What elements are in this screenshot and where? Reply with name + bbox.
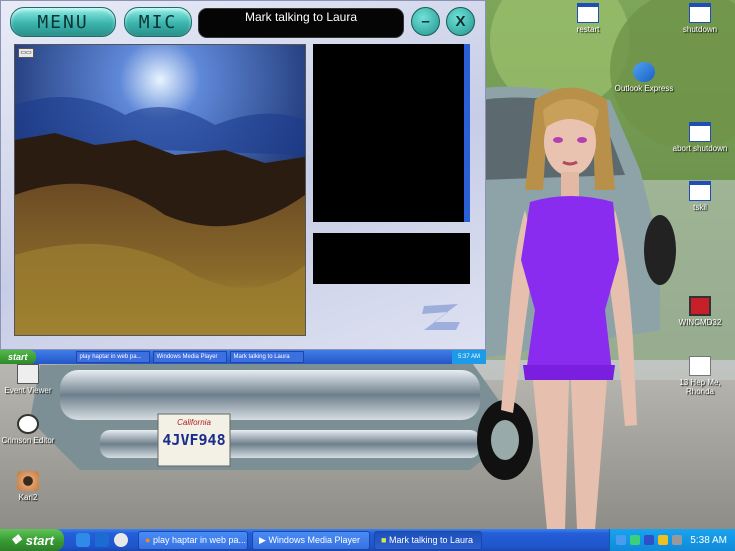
license-plate: California 4JVF948	[158, 414, 230, 466]
mini-taskbar-button[interactable]: play haptar in web pa...	[75, 351, 150, 363]
plate-number: 4JVF948	[162, 431, 226, 449]
avatar-character	[501, 87, 637, 530]
desktop-icon-outlook[interactable]: Outlook Express	[612, 62, 676, 93]
kari2-eye-icon	[17, 471, 39, 491]
tskil-icon	[689, 181, 711, 201]
desktop-icon-abort-shutdown[interactable]: abort shutdown	[668, 122, 732, 153]
taskbar: ❖ start ● play haptar in web pa... ▶ Win…	[0, 529, 735, 551]
mic-button[interactable]: MIC	[124, 7, 192, 37]
abort-shutdown-icon	[689, 122, 711, 142]
app-window: MENU MIC Mark talking to Laura – X ▭▭	[0, 0, 486, 350]
haptar-tray-icon[interactable]	[630, 535, 641, 545]
taskbar-button-haptar[interactable]: ■ Mark talking to Laura	[374, 530, 482, 550]
clock: 5:38 AM	[690, 534, 727, 546]
window-title: Mark talking to Laura	[198, 8, 404, 38]
desktop-icon-restart[interactable]: restart	[556, 3, 620, 34]
mini-clock: 5:37 AM	[451, 350, 486, 364]
desktop-icon-tskil[interactable]: tskil	[668, 181, 732, 212]
ie-quicklaunch-icon[interactable]	[76, 533, 90, 547]
menu-button[interactable]: MENU	[10, 7, 116, 37]
desktop-icon-event-viewer[interactable]: Event Viewer	[0, 364, 60, 395]
audio-file-icon	[689, 356, 711, 376]
mini-taskbar: start play haptar in web pa... Windows M…	[0, 350, 486, 364]
desktop-icon-crimson-editor[interactable]: Crimson Editor	[0, 414, 60, 445]
scene-view[interactable]	[14, 44, 306, 336]
desktop-icon-kari2[interactable]: Kari2	[0, 471, 60, 502]
resize-icon[interactable]: ▭▭	[18, 48, 34, 58]
video-scrollbar[interactable]	[464, 44, 470, 222]
desktop-icon-mp3[interactable]: 13 Hep Me, Rhonda	[668, 356, 732, 396]
mini-taskbar-button[interactable]: Windows Media Player	[152, 351, 227, 363]
outlook-quicklaunch-icon[interactable]	[95, 533, 109, 547]
mini-taskbar-button[interactable]: Mark talking to Laura	[229, 351, 304, 363]
taskbar-button-media-player[interactable]: ▶ Windows Media Player	[252, 530, 370, 550]
desktop-icon-shutdown[interactable]: shutdown	[668, 3, 732, 34]
crimson-editor-icon	[17, 414, 39, 434]
desktop-icon-wincmd32[interactable]: WINCMD32	[668, 296, 732, 327]
network-icon[interactable]	[616, 535, 627, 545]
minimize-button[interactable]: –	[411, 7, 440, 36]
media-player-icon: ▶	[259, 534, 266, 545]
start-label: start	[25, 532, 54, 548]
plate-state: California	[177, 418, 211, 427]
event-viewer-icon	[17, 364, 39, 384]
outlook-express-icon	[633, 62, 655, 82]
close-button[interactable]: X	[446, 7, 475, 36]
volume-icon[interactable]	[672, 535, 683, 545]
shutdown-icon	[689, 3, 711, 23]
video-pane	[313, 44, 464, 222]
start-button[interactable]: ❖ start	[0, 529, 64, 551]
firefox-icon: ●	[145, 534, 151, 545]
chat-box[interactable]	[313, 233, 470, 284]
windows-logo-icon: ❖	[10, 532, 22, 547]
z-logo-icon	[422, 304, 460, 330]
taskbar-button-firefox[interactable]: ● play haptar in web pa...	[138, 530, 248, 550]
haptar-icon: ■	[381, 534, 387, 545]
media-player-quicklaunch-icon[interactable]	[114, 533, 128, 547]
windows-flag-icon[interactable]	[658, 535, 669, 545]
restart-icon	[577, 3, 599, 23]
floppy-disk-icon	[689, 296, 711, 316]
mini-start-button[interactable]: start	[0, 350, 36, 364]
shield-icon[interactable]	[644, 535, 655, 545]
system-tray: 5:38 AM	[609, 529, 735, 551]
